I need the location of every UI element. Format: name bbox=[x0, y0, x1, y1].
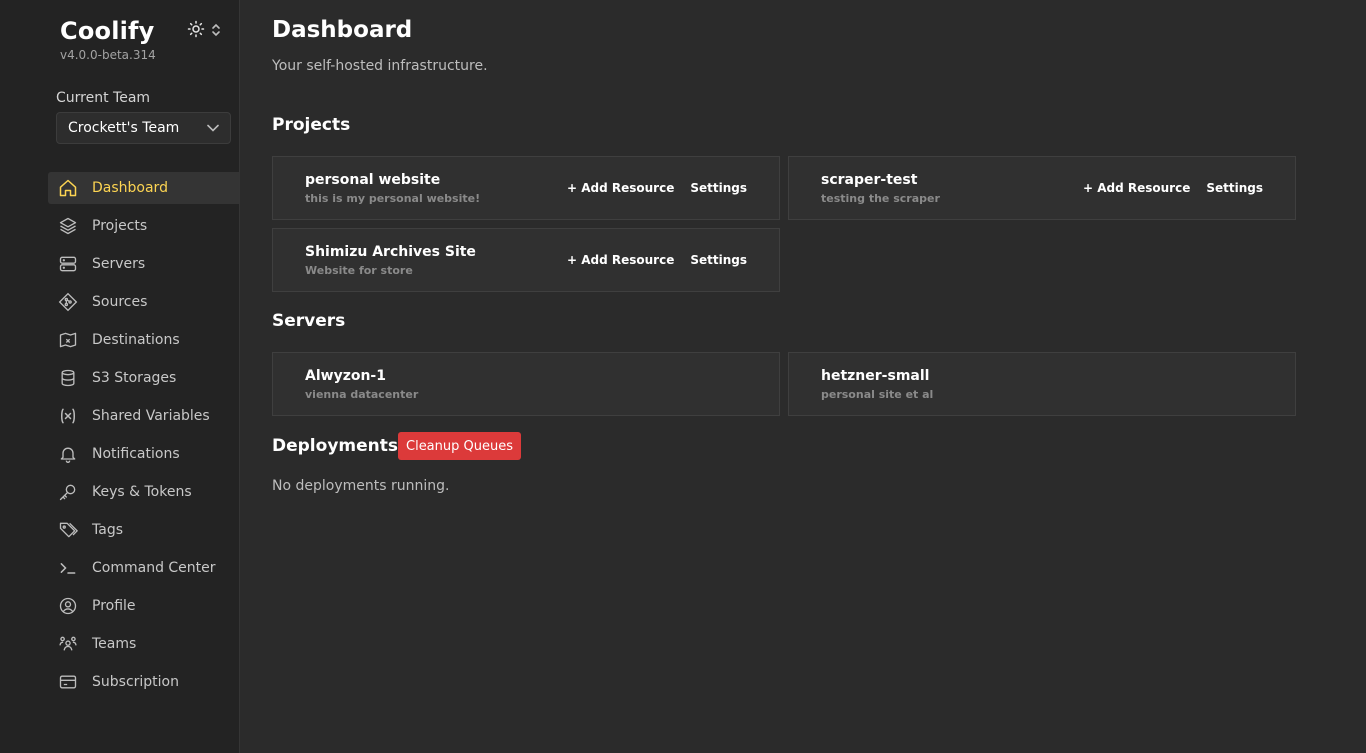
cleanup-queues-button[interactable]: Cleanup Queues bbox=[398, 432, 521, 460]
sidebar-item-s3-storages[interactable]: S3 Storages bbox=[48, 362, 239, 394]
project-card[interactable]: scraper-test testing the scraper + Add R… bbox=[788, 156, 1296, 220]
home-icon bbox=[58, 178, 78, 198]
settings-link[interactable]: Settings bbox=[690, 253, 747, 267]
add-resource-link[interactable]: + Add Resource bbox=[1083, 181, 1190, 195]
project-name: personal website bbox=[305, 172, 441, 188]
add-resource-link[interactable]: + Add Resource bbox=[567, 253, 674, 267]
sidebar-item-command-center[interactable]: Command Center bbox=[48, 552, 239, 584]
sidebar-item-keys-tokens[interactable]: Keys & Tokens bbox=[48, 476, 239, 508]
sidebar-item-label: Notifications bbox=[92, 446, 180, 462]
key-icon bbox=[58, 482, 78, 502]
project-description: Website for store bbox=[305, 264, 413, 277]
sidebar-item-label: Servers bbox=[92, 256, 146, 272]
sidebar-item-shared-variables[interactable]: Shared Variables bbox=[48, 400, 239, 432]
server-card[interactable]: hetzner-small personal site et al bbox=[788, 352, 1296, 416]
variable-icon bbox=[58, 406, 78, 426]
sidebar-item-teams[interactable]: Teams bbox=[48, 628, 239, 660]
sidebar-item-sources[interactable]: Sources bbox=[48, 286, 239, 318]
team-select-value: Crockett's Team bbox=[68, 120, 180, 136]
current-team-label: Current Team bbox=[56, 90, 151, 106]
deployments-heading: Deployments bbox=[272, 436, 398, 456]
page-title: Dashboard bbox=[272, 17, 413, 43]
servers-heading: Servers bbox=[272, 311, 346, 331]
server-description: vienna datacenter bbox=[305, 388, 419, 401]
sidebar-item-label: Profile bbox=[92, 598, 136, 614]
no-deployments-text: No deployments running. bbox=[272, 478, 450, 494]
sun-icon bbox=[187, 20, 205, 42]
app-version: v4.0.0-beta.314 bbox=[60, 48, 156, 62]
sidebar-item-profile[interactable]: Profile bbox=[48, 590, 239, 622]
sidebar-item-subscription[interactable]: Subscription bbox=[48, 666, 239, 698]
sidebar-item-label: Teams bbox=[92, 636, 137, 652]
project-actions: + Add Resource Settings bbox=[567, 181, 747, 195]
project-card[interactable]: personal website this is my personal web… bbox=[272, 156, 780, 220]
sidebar-item-label: Tags bbox=[92, 522, 123, 538]
database-icon bbox=[58, 368, 78, 388]
sidebar-item-label: Keys & Tokens bbox=[92, 484, 192, 500]
sidebar-item-label: Sources bbox=[92, 294, 148, 310]
tag-icon bbox=[58, 520, 78, 540]
bell-icon bbox=[58, 444, 78, 464]
user-circle-icon bbox=[58, 596, 78, 616]
app-name[interactable]: Coolify bbox=[60, 17, 156, 45]
sidebar-item-notifications[interactable]: Notifications bbox=[48, 438, 239, 470]
team-select[interactable]: Crockett's Team bbox=[56, 112, 231, 144]
server-card[interactable]: Alwyzon-1 vienna datacenter bbox=[272, 352, 780, 416]
sidebar-item-label: S3 Storages bbox=[92, 370, 177, 386]
sidebar-item-servers[interactable]: Servers bbox=[48, 248, 239, 280]
page-subtitle: Your self-hosted infrastructure. bbox=[272, 58, 488, 74]
sidebar-item-projects[interactable]: Projects bbox=[48, 210, 239, 242]
users-icon bbox=[58, 634, 78, 654]
credit-card-icon bbox=[58, 672, 78, 692]
sidebar: Coolify v4.0.0-beta.314 Current Team Cro… bbox=[0, 0, 240, 753]
layers-icon bbox=[58, 216, 78, 236]
sidebar-nav: Dashboard Projects Servers Sources Desti… bbox=[48, 172, 239, 704]
sidebar-item-tags[interactable]: Tags bbox=[48, 514, 239, 546]
project-description: this is my personal website! bbox=[305, 192, 481, 205]
project-name: scraper-test bbox=[821, 172, 918, 188]
sidebar-item-destinations[interactable]: Destinations bbox=[48, 324, 239, 356]
terminal-icon bbox=[58, 558, 78, 578]
sidebar-item-label: Shared Variables bbox=[92, 408, 210, 424]
server-name: hetzner-small bbox=[821, 368, 930, 384]
sidebar-item-label: Command Center bbox=[92, 560, 216, 576]
git-icon bbox=[58, 292, 78, 312]
sidebar-item-label: Subscription bbox=[92, 674, 179, 690]
project-description: testing the scraper bbox=[821, 192, 940, 205]
chevron-up-down-icon bbox=[211, 22, 221, 41]
chevron-down-icon bbox=[207, 124, 219, 132]
project-actions: + Add Resource Settings bbox=[1083, 181, 1263, 195]
project-card[interactable]: Shimizu Archives Site Website for store … bbox=[272, 228, 780, 292]
server-icon bbox=[58, 254, 78, 274]
server-description: personal site et al bbox=[821, 388, 934, 401]
project-name: Shimizu Archives Site bbox=[305, 244, 476, 260]
project-actions: + Add Resource Settings bbox=[567, 253, 747, 267]
sidebar-item-label: Projects bbox=[92, 218, 148, 234]
brand: Coolify v4.0.0-beta.314 bbox=[60, 17, 156, 62]
sidebar-item-label: Destinations bbox=[92, 332, 180, 348]
settings-link[interactable]: Settings bbox=[1206, 181, 1263, 195]
sidebar-item-label: Dashboard bbox=[92, 180, 168, 196]
sidebar-item-dashboard[interactable]: Dashboard bbox=[48, 172, 239, 204]
settings-link[interactable]: Settings bbox=[690, 181, 747, 195]
server-name: Alwyzon-1 bbox=[305, 368, 386, 384]
theme-toggle[interactable] bbox=[187, 20, 227, 42]
projects-heading: Projects bbox=[272, 115, 351, 135]
add-resource-link[interactable]: + Add Resource bbox=[567, 181, 674, 195]
map-icon bbox=[58, 330, 78, 350]
